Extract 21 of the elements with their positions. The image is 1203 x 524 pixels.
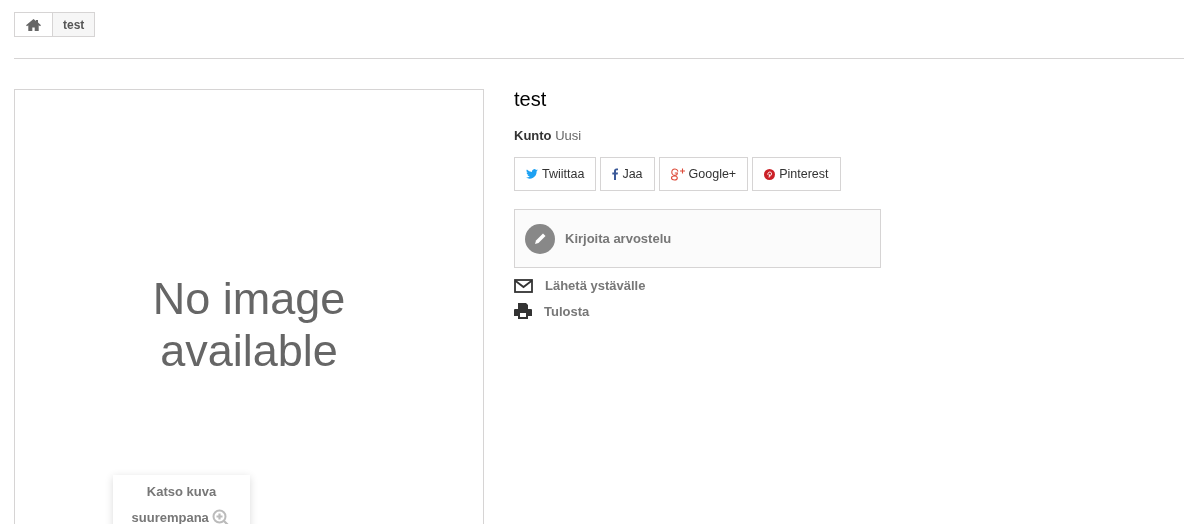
printer-icon [514,303,532,319]
envelope-icon [514,278,533,293]
share-button[interactable]: Jaa [600,157,655,191]
bird-icon [526,169,538,179]
action-link[interactable]: Tulosta [544,303,590,319]
f-icon [612,168,619,180]
home-icon [26,18,41,31]
action-link[interactable]: Lähetä ystävälle [545,278,646,293]
share-button[interactable]: Google+ [658,157,749,191]
home-link[interactable] [15,13,53,36]
no-image-text: No image available [151,273,347,377]
share-button[interactable]: Pinterest [752,157,841,191]
enlarge-button[interactable]: Katso kuva suurempana [113,475,250,524]
product-title: test [514,89,547,109]
pin-icon [764,168,776,180]
review-link[interactable]: Kirjoita arvostelu [565,231,672,246]
g-plus-icon [670,167,685,181]
share-button[interactable]: Twiittaa [514,157,597,191]
condition-text: Kunto Uusi [514,128,582,143]
pencil-icon [525,223,555,254]
review-panel[interactable]: Kirjoita arvostelu [514,209,881,268]
